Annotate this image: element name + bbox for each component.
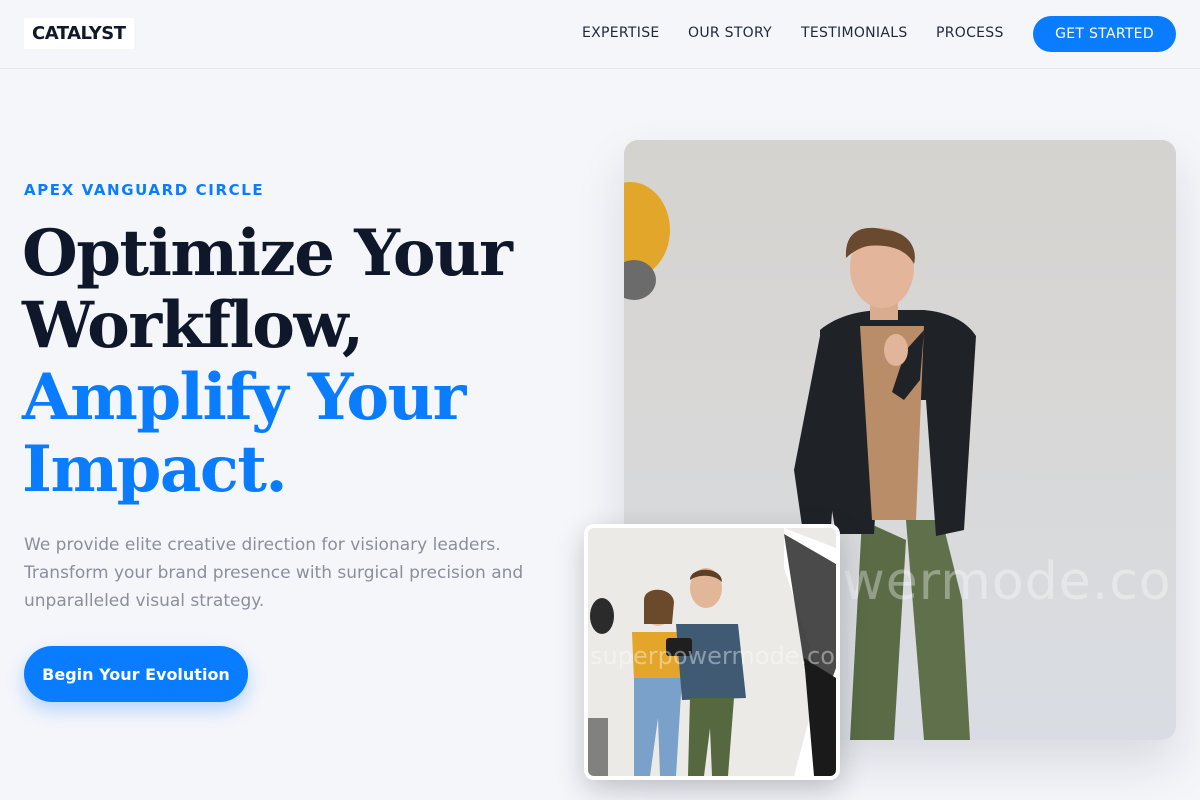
headline-line-accent: Impact. <box>22 432 288 507</box>
begin-evolution-button[interactable]: Begin Your Evolution <box>24 646 248 702</box>
headline-line: Optimize Your <box>22 216 513 291</box>
hero-headline: Optimize Your Workflow, Amplify Your Imp… <box>22 218 582 506</box>
get-started-button[interactable]: GET STARTED <box>1033 16 1176 52</box>
nav-link-testimonials[interactable]: TESTIMONIALS <box>801 25 908 41</box>
inset-photo-studio: superpowermode.com <box>584 524 840 780</box>
logo[interactable]: CATALYST <box>24 18 134 49</box>
hero-description: We provide elite creative direction for … <box>24 535 524 611</box>
headline-line: Workflow, <box>22 288 364 363</box>
watermark: superpowermode.com <box>590 642 840 670</box>
nav-link-our-story[interactable]: OUR STORY <box>688 25 772 41</box>
hero-eyebrow: APEX VANGUARD CIRCLE <box>24 181 265 199</box>
site-header: CATALYST EXPERTISE OUR STORY TESTIMONIAL… <box>0 0 1200 69</box>
headline-line-accent: Amplify Your <box>22 360 466 435</box>
nav-link-process[interactable]: PROCESS <box>936 25 1004 41</box>
nav-link-expertise[interactable]: EXPERTISE <box>582 25 660 41</box>
